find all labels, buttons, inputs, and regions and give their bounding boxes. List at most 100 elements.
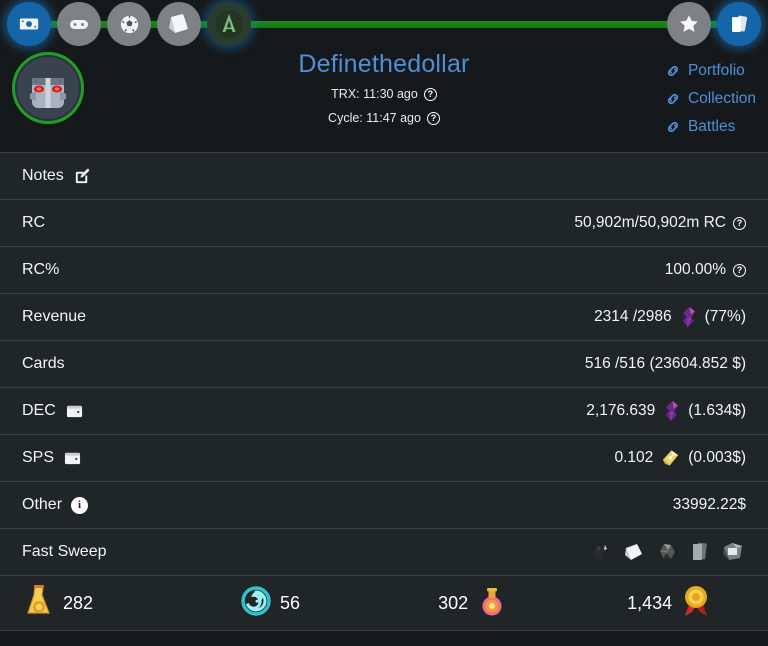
resource-teal-spiral[interactable]: 56 — [241, 586, 300, 621]
gold-medal-glyph — [681, 584, 711, 618]
settings-ball-icon[interactable] — [107, 2, 151, 46]
rc-help-icon[interactable]: ? — [733, 217, 746, 230]
trx-help-icon[interactable]: ? — [424, 88, 437, 101]
resource-gold-medal[interactable]: 1,434 — [627, 584, 711, 623]
gold-medal-value: 1,434 — [627, 593, 672, 614]
row-revenue: Revenue 2314 /2986 (77%) — [0, 294, 768, 341]
row-sps-suffix: (0.003$) — [688, 449, 746, 467]
link-icon — [665, 119, 681, 135]
link-portfolio[interactable]: Portfolio — [665, 62, 756, 80]
top-navigation-rail — [0, 0, 768, 48]
cycle-status: Cycle: 11:47 ago ? — [0, 110, 768, 127]
row-cards: Cards 516 /516 (23604.852 $) — [0, 341, 768, 388]
edit-icon[interactable] — [73, 167, 92, 186]
rc-percent-help-icon[interactable]: ? — [733, 264, 746, 277]
edit-glyph — [73, 167, 92, 186]
trx-label: TRX: 11:30 ago — [331, 86, 418, 103]
cycle-label: Cycle: 11:47 ago — [328, 110, 421, 127]
row-rc-label: RC — [22, 214, 45, 232]
row-revenue-value: 2314 /2986 — [594, 308, 672, 326]
row-rc-percent-label: RC% — [22, 261, 59, 279]
row-revenue-suffix: (77%) — [705, 308, 746, 326]
cards-stack-icon[interactable] — [717, 2, 761, 46]
chest-glyph — [720, 539, 746, 565]
gold-potion-value: 282 — [63, 593, 93, 614]
splinterlands-logo-icon[interactable] — [207, 2, 251, 46]
row-dec-value-group: 2,176.639 (1.634$) — [586, 400, 746, 422]
row-notes-label-group: Notes — [22, 167, 92, 186]
dec-crystal-icon — [662, 400, 681, 422]
row-other-value: 33992.22$ — [673, 496, 746, 514]
dec-crystal-glyph — [662, 400, 681, 422]
wallet-icon[interactable] — [63, 450, 82, 467]
white-pack-glyph — [621, 539, 647, 565]
row-other-label-group: Other i — [22, 496, 88, 514]
stats-list: Notes RC 50,902m/50,902m RC ? RC% — [0, 152, 768, 576]
row-fast-sweep: Fast Sweep — [0, 529, 768, 576]
row-rc-percent: RC% 100.00% ? — [0, 247, 768, 294]
gamepad-icon[interactable] — [57, 2, 101, 46]
row-rc-value: 50,902m/50,902m RC — [574, 214, 726, 232]
gold-potion-glyph — [24, 584, 54, 618]
row-other-label: Other — [22, 496, 62, 514]
row-revenue-value-group: 2314 /2986 (77%) — [594, 306, 746, 328]
row-sps: SPS 0.102 — [0, 435, 768, 482]
gamepad-glyph — [67, 12, 91, 36]
gold-potion-icon — [24, 584, 54, 623]
star-icon[interactable] — [667, 2, 711, 46]
row-dec-suffix: (1.634$) — [688, 402, 746, 420]
gloves-glyph — [588, 539, 614, 565]
row-sps-value: 0.102 — [614, 449, 653, 467]
link-collection-label: Collection — [688, 90, 756, 108]
row-rc-value-group: 50,902m/50,902m RC ? — [574, 214, 746, 232]
shop-icon[interactable] — [7, 2, 51, 46]
banknote-glyph — [18, 13, 40, 35]
profile-header: Definethedollar TRX: 11:30 ago ? Cycle: … — [0, 48, 768, 152]
resource-legendary-potion[interactable]: 302 — [438, 585, 507, 622]
row-dec-label-group: DEC — [22, 402, 84, 420]
link-battles-label: Battles — [688, 118, 735, 136]
rubble-glyph — [654, 539, 680, 565]
dec-crystal-glyph — [679, 306, 698, 328]
legendary-potion-glyph — [477, 585, 507, 617]
teal-spiral-icon — [241, 586, 271, 621]
row-dec-label: DEC — [22, 402, 56, 420]
gloves-item-icon[interactable] — [588, 539, 614, 565]
legendary-potion-value: 302 — [438, 593, 468, 614]
row-dec: DEC 2,176.639 — [0, 388, 768, 435]
white-pack-item-icon[interactable] — [621, 539, 647, 565]
row-notes-label: Notes — [22, 167, 64, 185]
row-sps-label: SPS — [22, 449, 54, 467]
row-sps-value-group: 0.102 (0.003$) — [614, 448, 746, 468]
resource-bar: 282 56 302 — [0, 576, 768, 631]
row-cards-value: 516 /516 (23604.852 $) — [585, 355, 746, 373]
row-cards-label: Cards — [22, 355, 65, 373]
link-battles[interactable]: Battles — [665, 118, 756, 136]
link-portfolio-label: Portfolio — [688, 62, 745, 80]
cycle-help-icon[interactable]: ? — [427, 112, 440, 125]
card-pack-icon[interactable] — [157, 2, 201, 46]
dec-crystal-icon — [679, 306, 698, 328]
letter-a-glyph — [214, 9, 244, 39]
row-rc-percent-value: 100.00% — [665, 261, 726, 279]
card-back-item-icon[interactable] — [687, 539, 713, 565]
sps-shard-icon — [660, 448, 681, 468]
page-title: Definethedollar — [0, 50, 768, 79]
card-back-glyph — [687, 539, 713, 565]
rubble-item-icon[interactable] — [654, 539, 680, 565]
resource-gold-potion[interactable]: 282 — [24, 584, 93, 623]
soccer-ball-glyph — [118, 13, 141, 36]
info-icon[interactable]: i — [71, 497, 88, 514]
cards-glyph — [727, 12, 751, 36]
wallet-icon[interactable] — [65, 403, 84, 420]
link-icon — [665, 63, 681, 79]
teal-spiral-value: 56 — [280, 593, 300, 614]
fast-sweep-icon-group — [588, 539, 746, 565]
wallet-glyph — [65, 403, 84, 420]
link-icon — [665, 91, 681, 107]
chest-item-icon[interactable] — [720, 539, 746, 565]
row-revenue-label: Revenue — [22, 308, 86, 326]
pack-glyph — [166, 11, 192, 37]
link-collection[interactable]: Collection — [665, 90, 756, 108]
row-notes[interactable]: Notes — [0, 153, 768, 200]
